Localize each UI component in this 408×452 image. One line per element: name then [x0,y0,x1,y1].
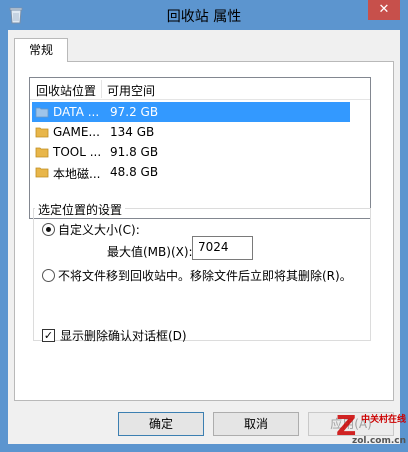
max-size-input[interactable]: 7024 [192,236,253,260]
column-header-free-space[interactable]: 可用空间 [107,82,155,99]
tab-general-label: 常规 [28,43,53,57]
custom-size-label[interactable]: 自定义大小(C): [58,221,140,238]
folder-icon [35,147,49,158]
free-space-value: 48.8 GB [110,165,159,179]
column-divider[interactable] [101,80,102,98]
column-header-location[interactable]: 回收站位置 [36,82,96,99]
folder-icon [35,167,49,178]
group-title: 选定位置的设置 [35,201,126,218]
delete-immediately-label[interactable]: 不将文件移到回收站中。移除文件后立即将其删除(R)。 [58,267,352,284]
folder-icon [35,127,49,138]
watermark-bottom-text: zol.com.cn [352,436,406,446]
location-name: TOOL ... [53,145,102,159]
cancel-button[interactable]: 取消 [213,412,299,436]
confirm-delete-checkbox[interactable]: ✓ [42,329,55,342]
location-name: 本地磁... [53,167,101,181]
recycle-bin-location-list[interactable]: 回收站位置 可用空间 DATA ... 97.2 GB GAME... 134 … [29,77,371,219]
free-space-value: 91.8 GB [110,145,159,159]
close-button[interactable]: ✕ [368,0,400,20]
max-size-label: 最大值(MB)(X): [107,245,193,259]
delete-immediately-radio[interactable] [42,269,55,282]
list-item[interactable]: 本地磁... 48.8 GB [32,162,350,182]
folder-icon [35,107,49,118]
free-space-value: 97.2 GB [110,105,159,119]
check-icon: ✓ [43,329,54,342]
watermark-top-text: 中关村在线 [360,415,406,425]
list-header: 回收站位置 可用空间 [30,78,370,100]
tab-general[interactable]: 常规 [14,38,68,62]
list-item[interactable]: TOOL ... 91.8 GB [32,142,350,162]
close-icon: ✕ [378,2,390,17]
location-name: DATA ... [53,105,100,119]
list-item[interactable]: GAME... 134 GB [32,122,350,142]
list-item[interactable]: DATA ... 97.2 GB [32,102,350,122]
confirm-delete-label[interactable]: 显示删除确认对话框(D) [60,327,187,344]
zol-watermark: Z 中关村在线 zol.com.cn [336,409,406,450]
free-space-value: 134 GB [110,125,155,139]
ok-button[interactable]: 确定 [118,412,204,436]
custom-size-radio[interactable] [42,223,55,236]
window-title: 回收站 属性 [166,9,242,25]
title-bar[interactable]: 回收站 属性 ✕ [0,0,408,30]
dialog-client-area: 常规 回收站位置 可用空间 DATA ... 97.2 GB GAME... 1… [8,30,400,444]
recycle-bin-properties-window: 回收站 属性 ✕ 常规 回收站位置 可用空间 DATA ... 97.2 GB … [0,0,408,452]
location-name: GAME... [53,125,100,139]
